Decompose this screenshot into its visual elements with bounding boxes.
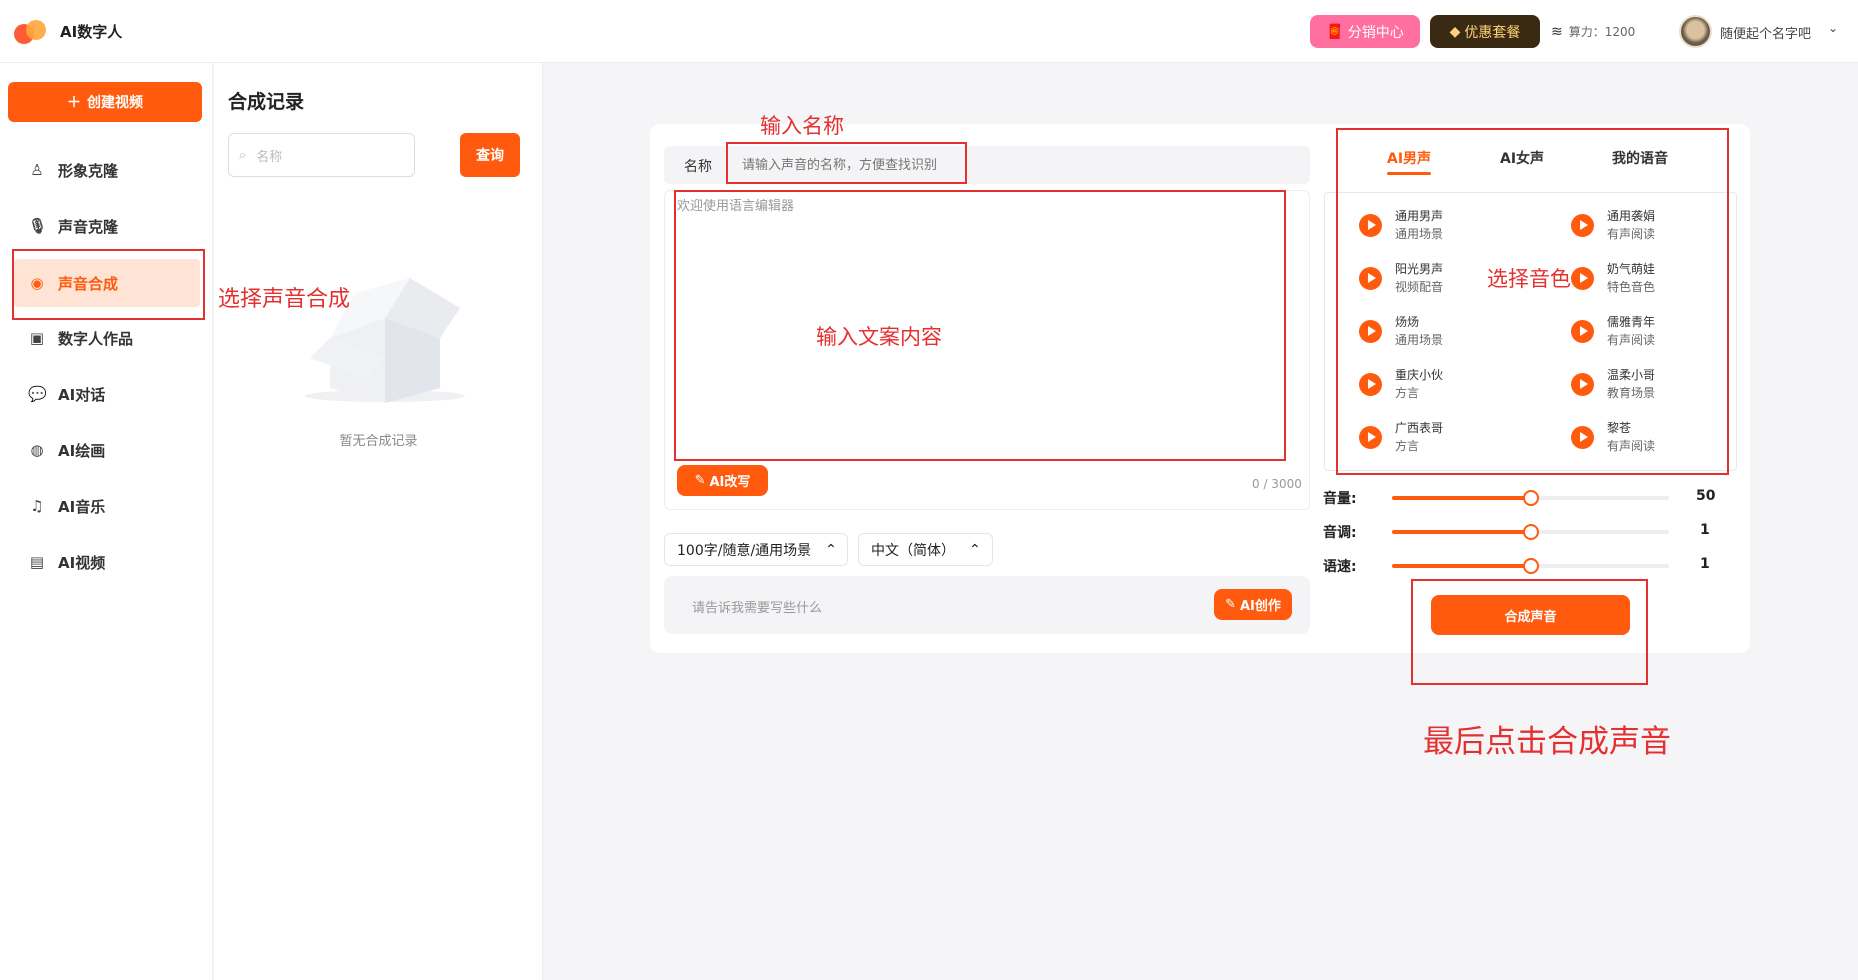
annotation-input-content: 输入文案内容: [816, 325, 942, 349]
annotation-final-step: 最后点击合成声音: [1423, 724, 1671, 760]
deal-package-label: 优惠套餐: [1464, 24, 1521, 41]
deal-package-button[interactable]: ◆ 优惠套餐: [1430, 15, 1540, 48]
sidebar-item-label: 数字人作品: [58, 329, 134, 348]
volume-slider-fill: [1392, 496, 1531, 500]
sidebar-item-avatar-clone[interactable]: ♙ 形象克隆: [14, 146, 200, 194]
chevron-down-icon[interactable]: ⌄: [1828, 21, 1838, 35]
app-title: AI数字人: [60, 23, 123, 41]
music-icon: ♫: [30, 497, 44, 515]
sidebar-item-label: AI视频: [58, 553, 106, 572]
plus-icon: ＋: [67, 95, 81, 111]
pitch-slider[interactable]: [1392, 524, 1669, 540]
annotation-box-name: [726, 142, 967, 184]
ai-create-label: AI创作: [1240, 599, 1281, 614]
prompt-placeholder: 请告诉我需要写些什么: [692, 601, 823, 616]
style-select-value: 100字/随意/通用场景: [677, 542, 812, 559]
pitch-slider-fill: [1392, 530, 1531, 534]
palette-icon: ◍: [30, 441, 44, 459]
create-video-label: 创建视频: [87, 95, 143, 111]
sidebar-item-label: AI音乐: [58, 497, 106, 516]
records-panel: 合成记录 ⌕ 名称 查询 暂无合成记录: [214, 63, 543, 980]
query-button[interactable]: 查询: [460, 133, 520, 177]
annotation-select-voice: 选择音色: [1487, 267, 1571, 291]
sidebar-item-voice-clone[interactable]: 🎙 声音克隆: [14, 202, 200, 250]
records-search-placeholder: 名称: [256, 149, 283, 165]
sidebar-item-ai-video[interactable]: ▤ AI视频: [14, 538, 200, 586]
pitch-slider-thumb[interactable]: [1522, 524, 1539, 540]
annotation-box-synthesize: [1411, 579, 1648, 685]
speed-slider-thumb[interactable]: [1522, 558, 1539, 574]
annotation-select-synthesis: 选择声音合成: [218, 287, 351, 312]
annotation-box-content: [674, 190, 1286, 461]
empty-box-illustration: [305, 278, 465, 403]
distribution-center-button[interactable]: 🧧 分销中心: [1310, 15, 1420, 48]
sidebar-item-label: 声音克隆: [58, 217, 119, 236]
search-icon: ⌕: [239, 147, 247, 163]
video-icon: ▣: [29, 329, 45, 347]
sidebar-item-label: AI对话: [58, 385, 106, 404]
annotation-box-sidebar: [12, 249, 205, 320]
empty-records-text: 暂无合成记录: [339, 434, 418, 449]
ai-rewrite-label: AI改写: [709, 475, 751, 490]
red-envelope-icon: 🧧: [1326, 23, 1344, 40]
speed-value: 1: [1700, 556, 1710, 572]
create-video-button[interactable]: ＋ 创建视频: [8, 82, 202, 122]
sidebar-item-digital-works[interactable]: ▣ 数字人作品: [14, 314, 200, 362]
speed-slider-fill: [1392, 564, 1531, 568]
avatar[interactable]: [1679, 15, 1712, 48]
volume-label: 音量:: [1323, 491, 1357, 507]
top-bar: AI数字人 🧧 分销中心 ◆ 优惠套餐 ≋ 算力：1200 随便起个名字吧 ⌄: [0, 0, 1858, 63]
ai-rewrite-button[interactable]: ✎ AI改写: [677, 465, 768, 496]
sidebar-item-ai-music[interactable]: ♫ AI音乐: [14, 482, 200, 530]
annotation-box-voice: [1336, 128, 1729, 475]
microphone-icon: 🎙: [28, 217, 48, 235]
sidebar-item-label: AI绘画: [58, 441, 106, 460]
username[interactable]: 随便起个名字吧: [1720, 23, 1811, 42]
volume-value: 50: [1696, 488, 1716, 504]
sidebar-item-ai-chat[interactable]: 💬 AI对话: [14, 370, 200, 418]
records-title: 合成记录: [228, 91, 305, 113]
film-icon: ▤: [29, 553, 45, 571]
annotation-input-name: 输入名称: [760, 114, 844, 138]
speed-slider[interactable]: [1392, 558, 1669, 574]
compute-power: ≋ 算力：1200: [1551, 23, 1635, 40]
language-select-value: 中文（简体）: [871, 542, 955, 559]
app-logo: [14, 18, 50, 44]
chat-icon: 💬: [28, 385, 47, 403]
pitch-label: 音调:: [1323, 525, 1357, 541]
speed-label: 语速:: [1323, 559, 1357, 575]
name-label: 名称: [684, 159, 712, 175]
chevron-up-icon: ⌃: [825, 541, 837, 558]
volume-slider-thumb[interactable]: [1522, 490, 1539, 506]
sidebar-item-label: 形象克隆: [58, 161, 119, 180]
chevron-up-icon: ⌃: [969, 541, 981, 558]
person-icon: ♙: [30, 161, 44, 179]
sidebar-item-ai-painting[interactable]: ◍ AI绘画: [14, 426, 200, 474]
language-select[interactable]: 中文（简体） ⌃: [858, 533, 993, 566]
magic-wand-icon: ✎: [694, 473, 706, 488]
ai-create-button[interactable]: ✎ AI创作: [1214, 589, 1292, 620]
volume-slider[interactable]: [1392, 490, 1669, 506]
char-counter: 0 / 3000: [1252, 477, 1302, 491]
records-search-input[interactable]: ⌕ 名称: [228, 133, 415, 177]
coins-icon: ≋: [1551, 23, 1563, 40]
magic-wand-icon: ✎: [1225, 597, 1236, 612]
distribution-center-label: 分销中心: [1347, 24, 1404, 41]
style-select[interactable]: 100字/随意/通用场景 ⌃: [664, 533, 848, 566]
compute-power-value: 算力：1200: [1568, 25, 1636, 39]
diamond-icon: ◆: [1449, 23, 1461, 40]
pitch-value: 1: [1700, 522, 1710, 538]
